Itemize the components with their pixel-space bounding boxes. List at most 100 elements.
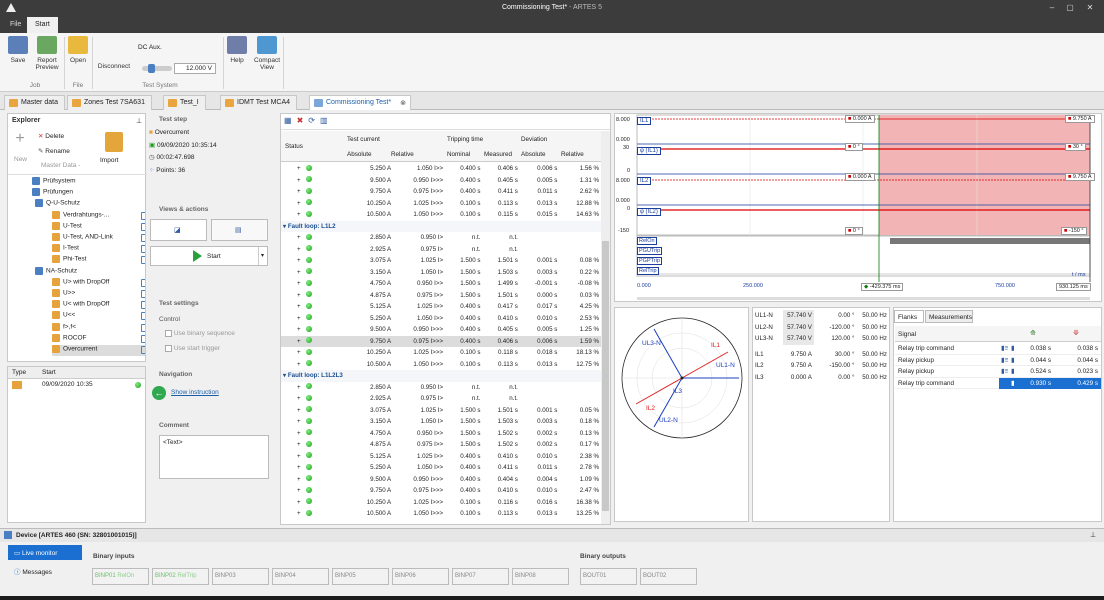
- tree-item[interactable]: f>,f<: [52, 322, 145, 334]
- table-row[interactable]: +10.500 A 1.050 I>>> 0.100 s 0.115 s 0.015 s…: [281, 209, 601, 221]
- expand-icon[interactable]: +: [283, 165, 301, 172]
- pin-icon[interactable]: ⊥: [136, 117, 142, 125]
- table-row[interactable]: +5.125 A 1.025 I>> 0.400 s 0.410 s 0.010 s 2.…: [281, 451, 601, 463]
- new-icon[interactable]: +: [12, 131, 28, 147]
- expand-icon[interactable]: +: [283, 280, 301, 287]
- expand-icon[interactable]: +: [283, 395, 301, 402]
- scroll-thumb[interactable]: [602, 241, 609, 511]
- tree-item[interactable]: U<<: [52, 311, 145, 322]
- table-row[interactable]: +4.750 A 0.950 I>> 1.500 s 1.502 s 0.002 s 0.…: [281, 428, 601, 440]
- tree-item[interactable]: ROCOF: [52, 333, 145, 345]
- tree-item[interactable]: U< with DropOff: [52, 300, 145, 311]
- table-row[interactable]: +2.925 A 0.975 I> n.t. n.t.: [281, 393, 601, 405]
- rename-button[interactable]: ✎ Rename: [38, 147, 70, 155]
- tree-item[interactable]: Phi-Test: [52, 255, 145, 266]
- tab-test-i[interactable]: Test_I: [163, 95, 206, 110]
- tree-item[interactable]: Verdrahtungs-...: [52, 210, 145, 222]
- tab-master-data[interactable]: Master data: [4, 95, 65, 110]
- table-row[interactable]: +2.850 A 0.950 I> n.t. n.t.: [281, 382, 601, 394]
- tab-commissioning-test[interactable]: Commissioning Test* ⊗: [309, 95, 411, 110]
- expand-icon[interactable]: +: [283, 349, 301, 356]
- binary-sequence-checkbox[interactable]: Use binary sequence: [165, 330, 235, 337]
- report-preview-button[interactable]: Report Preview: [32, 36, 62, 71]
- table-row[interactable]: +9.750 A 0.975 I>>> 0.400 s 0.406 s 0.006 s1…: [281, 335, 601, 347]
- expand-icon[interactable]: +: [283, 487, 301, 494]
- table-row[interactable]: +9.750 A 0.975 I>>> 0.400 s 0.411 s 0.011 s 2…: [281, 186, 601, 198]
- save-button[interactable]: Save: [5, 36, 31, 64]
- expand-icon[interactable]: +: [283, 464, 301, 471]
- dc-aux-value[interactable]: 12.000 V: [174, 63, 216, 74]
- expand-icon[interactable]: +: [283, 292, 301, 299]
- start-trigger-checkbox[interactable]: Use start trigger: [165, 345, 220, 352]
- pin-icon[interactable]: ⊥: [1090, 531, 1096, 539]
- table-row[interactable]: +3.075 A 1.025 I> 1.500 s 1.501 s 0.001 s 0.0…: [281, 255, 601, 267]
- expand-icon[interactable]: +: [283, 257, 301, 264]
- expand-icon[interactable]: +: [283, 234, 301, 241]
- tree-item[interactable]: Prüfsystem: [32, 177, 145, 188]
- collapse-icon[interactable]: ▾: [283, 372, 286, 379]
- tab-idmt-test[interactable]: IDMT Test MCA4: [220, 95, 298, 110]
- clear-icon[interactable]: ✖: [297, 116, 309, 125]
- expand-icon[interactable]: +: [283, 326, 301, 333]
- new-button[interactable]: New: [14, 156, 27, 163]
- tree-item[interactable]: U-Test: [52, 221, 145, 233]
- comment-field[interactable]: <Text>: [159, 435, 269, 479]
- import-icon[interactable]: [105, 132, 123, 152]
- start-button[interactable]: Start ▾: [150, 246, 268, 266]
- expand-icon[interactable]: +: [283, 476, 301, 483]
- menu-start[interactable]: Start: [27, 17, 58, 33]
- table-row[interactable]: +5.250 A 1.050 I>> 0.400 s 0.411 s 0.011 s 2.…: [281, 462, 601, 474]
- scope-scrollbar[interactable]: [637, 297, 1090, 300]
- tree-item[interactable]: U> with DropOff: [52, 277, 145, 289]
- refresh-icon[interactable]: ⟳: [308, 116, 320, 125]
- expand-icon[interactable]: +: [283, 338, 301, 345]
- dc-aux-slider[interactable]: [142, 64, 172, 73]
- table-row[interactable]: +3.150 A 1.050 I> 1.500 s 1.503 s 0.003 s 0.1…: [281, 416, 601, 428]
- table-row[interactable]: +10.250 A 1.025 I>>> 0.100 s 0.118 s 0.018 s…: [281, 347, 601, 359]
- table-row[interactable]: +10.500 A 1.050 I>>> 0.100 s 0.113 s 0.013 s…: [281, 508, 601, 520]
- dropdown-icon[interactable]: ▾: [261, 252, 264, 259]
- table-row[interactable]: +4.750 A 0.950 I>> 1.500 s 1.499 s -0.001 s -…: [281, 278, 601, 290]
- flank-row[interactable]: Relay trip command▮≡▮0.930 s0.429 s: [895, 377, 1101, 389]
- open-button[interactable]: Open: [67, 36, 89, 64]
- expand-icon[interactable]: +: [283, 200, 301, 207]
- expand-icon[interactable]: +: [283, 418, 301, 425]
- group-row[interactable]: ▾ Fault loop: L1L2L3: [281, 370, 601, 382]
- table-row[interactable]: +3.075 A 1.025 I> 1.500 s 1.501 s 0.001 s 0.0…: [281, 405, 601, 417]
- compact-view-button[interactable]: Compact View: [252, 36, 282, 71]
- tree-item[interactable]: U-Test, AND-Link: [52, 233, 145, 244]
- live-monitor-tab[interactable]: ▭ Live monitor: [8, 545, 82, 560]
- expand-icon[interactable]: +: [283, 361, 301, 368]
- close-tab-icon[interactable]: ⊗: [400, 99, 406, 107]
- tab-zones-test[interactable]: Zones Test 7SA631: [67, 95, 152, 110]
- table-row[interactable]: +9.750 A 0.975 I>>> 0.400 s 0.410 s 0.010 s 2…: [281, 485, 601, 497]
- table-row[interactable]: +5.125 A 1.025 I>> 0.400 s 0.417 s 0.017 s 4.…: [281, 301, 601, 313]
- tree-item[interactable]: Prüfungen: [32, 188, 145, 199]
- table-row[interactable]: +10.500 A 1.050 I>>> 0.100 s 0.113 s 0.013 s…: [281, 359, 601, 371]
- table-row[interactable]: +3.150 A 1.050 I> 1.500 s 1.503 s 0.003 s 0.2…: [281, 267, 601, 279]
- expand-icon[interactable]: +: [283, 211, 301, 218]
- minimize-button[interactable]: –: [1046, 3, 1058, 14]
- expand-icon[interactable]: +: [283, 303, 301, 310]
- import-button[interactable]: Import: [100, 157, 118, 164]
- maximize-button[interactable]: ▢: [1064, 3, 1076, 14]
- close-button[interactable]: ✕: [1084, 3, 1096, 14]
- table-row[interactable]: +9.500 A 0.950 I>>> 0.400 s 0.405 s 0.005 s 1…: [281, 175, 601, 187]
- table-row[interactable]: +4.875 A 0.975 I>> 1.500 s 1.502 s 0.002 s 0.…: [281, 439, 601, 451]
- export-icon[interactable]: ▥: [320, 116, 333, 125]
- tree-item[interactable]: Overcurrent: [52, 345, 145, 356]
- menu-file[interactable]: File: [2, 17, 29, 33]
- table-row[interactable]: +5.250 A 1.050 I>> 0.400 s 0.410 s 0.010 s 2.…: [281, 313, 601, 325]
- table-row[interactable]: +9.500 A 0.950 I>>> 0.400 s 0.404 s 0.004 s 1…: [281, 474, 601, 486]
- expand-icon[interactable]: +: [283, 384, 301, 391]
- table-row[interactable]: +10.250 A 1.025 I>>> 0.100 s 0.116 s 0.016 s…: [281, 497, 601, 509]
- table-row[interactable]: +2.925 A 0.975 I> n.t. n.t.: [281, 244, 601, 256]
- collapse-icon[interactable]: ▾: [283, 223, 286, 230]
- expand-icon[interactable]: +: [283, 499, 301, 506]
- history-row[interactable]: 09/09/2020 10:35: [8, 379, 145, 391]
- table-row[interactable]: +10.250 A 1.025 I>>> 0.100 s 0.113 s 0.013 s…: [281, 198, 601, 210]
- expand-icon[interactable]: +: [283, 441, 301, 448]
- tree-item[interactable]: I-Test: [52, 244, 145, 255]
- back-arrow-icon[interactable]: ←: [152, 386, 166, 400]
- expand-icon[interactable]: +: [283, 430, 301, 437]
